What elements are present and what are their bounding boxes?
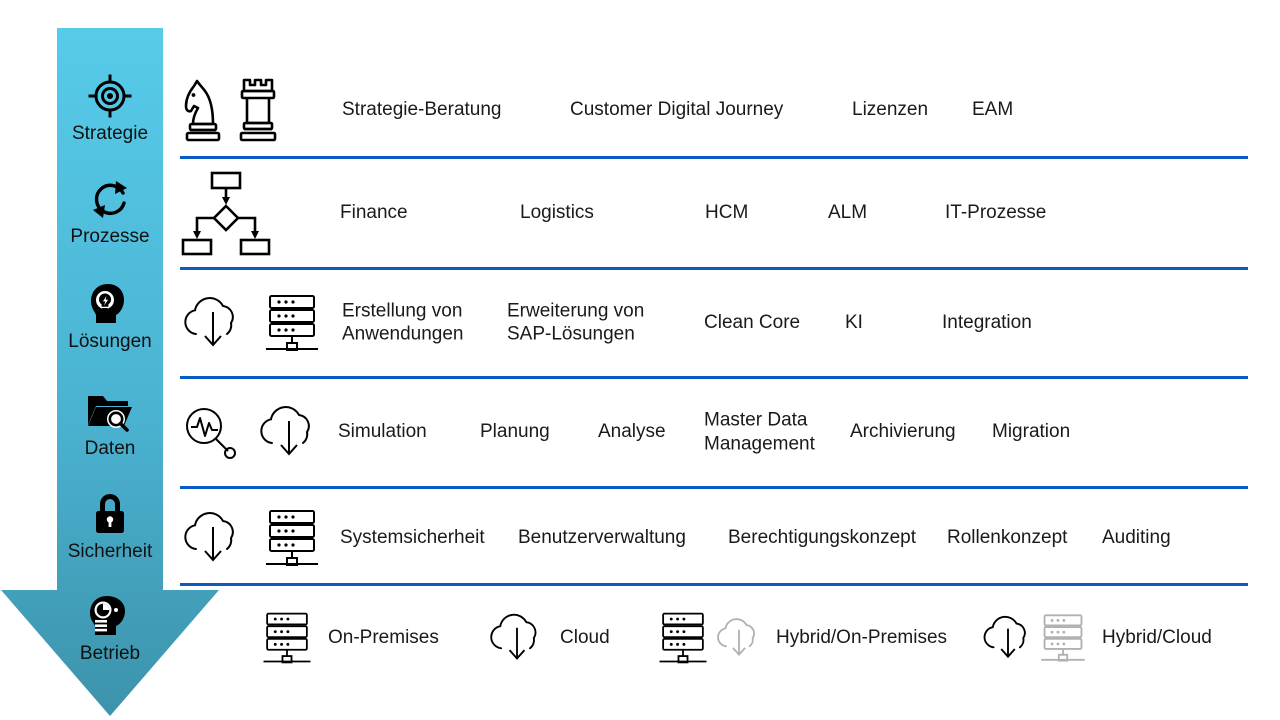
row-item[interactable]: Rollenkonzept [947, 526, 1067, 550]
row-items: Simulation Planung Analyse Master Data M… [180, 384, 1250, 480]
ops-item-label: On-Premises [328, 626, 439, 648]
row-item[interactable]: EAM [972, 98, 1013, 122]
row-item[interactable]: Lizenzen [852, 98, 928, 122]
head-lightbulb-icon [87, 278, 133, 330]
folder-search-icon [86, 385, 134, 437]
ops-item-hybrid-cloud[interactable]: Hybrid/Cloud [980, 612, 1212, 664]
arrow-stage-label: Sicherheit [67, 541, 153, 562]
row-item[interactable]: Integration [942, 311, 1032, 335]
row-prozesse: Finance Logistics HCM ALM IT-Prozesse [180, 164, 1250, 262]
row-item[interactable]: Finance [340, 201, 408, 225]
row-divider [180, 156, 1248, 159]
row-item[interactable]: Archivierung [850, 420, 956, 444]
row-item[interactable]: Erstellung von Anwendungen [342, 299, 464, 347]
row-betrieb: On-Premises Cloud Hybrid/On-Premises Hyb… [180, 590, 1250, 685]
row-items: Finance Logistics HCM ALM IT-Prozesse [180, 164, 1250, 262]
server-rack-icon [1036, 612, 1090, 664]
arrow-stage-label: Betrieb [79, 643, 141, 664]
row-item[interactable]: HCM [705, 201, 748, 225]
row-item[interactable]: Berechtigungskonzept [728, 526, 916, 550]
row-item[interactable]: Clean Core [704, 311, 800, 335]
arrow-stage-label: Prozesse [70, 226, 150, 247]
row-item[interactable]: Erweiterung von SAP-Lösungen [507, 299, 644, 347]
row-sicherheit: Systemsicherheit Benutzerverwaltung Bere… [180, 492, 1250, 584]
row-item[interactable]: Master Data Management [704, 408, 815, 456]
ops-item-cloud[interactable]: Cloud [486, 611, 610, 665]
row-divider [180, 267, 1248, 270]
row-items: Strategie-Beratung Customer Digital Jour… [180, 62, 1250, 157]
row-divider [180, 486, 1248, 489]
row-item[interactable]: Benutzerverwaltung [518, 526, 686, 550]
row-item[interactable]: KI [845, 311, 863, 335]
row-item[interactable]: Customer Digital Journey [570, 98, 783, 122]
row-item[interactable]: Strategie-Beratung [342, 98, 502, 122]
ops-item-label: Hybrid/Cloud [1102, 626, 1212, 648]
refresh-cycle-icon [88, 173, 132, 225]
lock-icon [90, 488, 130, 540]
row-divider [180, 376, 1248, 379]
row-items: Systemsicherheit Benutzerverwaltung Bere… [180, 492, 1250, 584]
row-strategie: Strategie-Beratung Customer Digital Jour… [180, 62, 1250, 157]
row-item[interactable]: Migration [992, 420, 1070, 444]
arrow-stage-label: Lösungen [68, 331, 152, 352]
row-divider [180, 583, 1248, 586]
arrow-stage-label: Daten [84, 438, 136, 459]
row-items: Erstellung von Anwendungen Erweiterung v… [180, 275, 1250, 370]
row-loesungen: Erstellung von Anwendungen Erweiterung v… [180, 275, 1250, 370]
row-item[interactable]: Simulation [338, 420, 427, 444]
row-item[interactable]: Planung [480, 420, 550, 444]
ops-item-on-premises[interactable]: On-Premises [258, 610, 439, 666]
cloud-download-icon [486, 611, 548, 665]
diagram-canvas: Strategie Prozesse Lösungen Daten Sicher… [0, 0, 1280, 720]
ops-item-label: Cloud [560, 626, 610, 648]
row-item[interactable]: Systemsicherheit [340, 526, 485, 550]
server-rack-icon [654, 610, 712, 666]
head-gear-icon [86, 590, 134, 642]
arrow-stage-label: Strategie [71, 123, 149, 144]
target-icon [87, 70, 133, 122]
row-item[interactable]: Logistics [520, 201, 594, 225]
row-item[interactable]: Auditing [1102, 526, 1171, 550]
row-item[interactable]: Analyse [598, 420, 666, 444]
row-item[interactable]: IT-Prozesse [945, 201, 1046, 225]
cloud-download-icon [714, 616, 764, 660]
ops-item-label: Hybrid/On-Premises [776, 626, 948, 648]
cloud-download-icon [980, 613, 1036, 663]
ops-item-hybrid-on-premises[interactable]: Hybrid/On-Premises [654, 610, 947, 666]
server-rack-icon [258, 610, 316, 666]
row-daten: Simulation Planung Analyse Master Data M… [180, 384, 1250, 480]
row-item[interactable]: ALM [828, 201, 867, 225]
